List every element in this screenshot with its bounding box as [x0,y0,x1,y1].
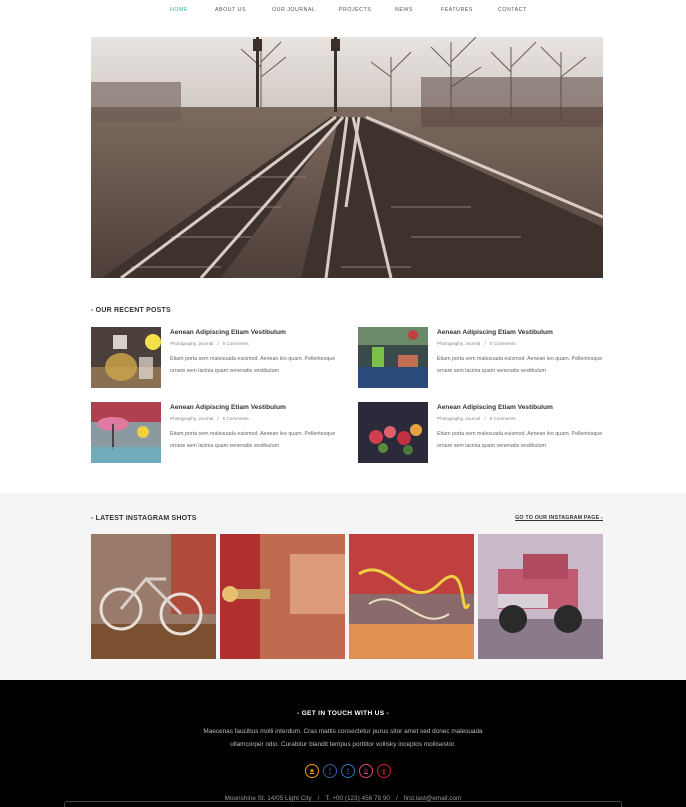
twitter-icon[interactable]: t [341,764,355,778]
instagram-shot-bicycle[interactable] [91,534,216,659]
post-excerpt: Etiam porta sem malesuada euismod. Aenea… [437,356,603,374]
nav-features[interactable]: FEATURES [441,7,473,13]
post-category[interactable]: Photography, Journal [437,416,480,421]
hero-image [91,37,603,278]
post-meta: Photography, Journal/5 Comments [437,416,516,421]
post-card[interactable]: Aenean Adipiscing Etiam Vestibulum Photo… [91,402,336,464]
nav-news[interactable]: NEWS [395,7,413,13]
facebook-icon[interactable]: f [323,764,337,778]
rss-icon[interactable]: ◉ [305,764,319,778]
post-title[interactable]: Aenean Adipiscing Etiam Vestibulum [170,329,286,336]
post-excerpt: Etiam porta sem malesuada euismod. Aenea… [437,431,603,449]
post-card[interactable]: Aenean Adipiscing Etiam Vestibulum Photo… [358,327,603,389]
instagram-shot-door-handle[interactable] [220,534,345,659]
pinterest-icon[interactable]: p [377,764,391,778]
recent-posts-title: - OUR RECENT POSTS [91,307,171,314]
post-thumbnail[interactable] [91,402,161,463]
post-excerpt: Etiam porta sem malesuada euismod. Aenea… [170,356,336,374]
post-title[interactable]: Aenean Adipiscing Etiam Vestibulum [437,404,553,411]
post-title[interactable]: Aenean Adipiscing Etiam Vestibulum [170,404,286,411]
instagram-shot-old-truck[interactable] [478,534,603,659]
nav-contact[interactable]: CONTACT [498,7,527,13]
nav-projects[interactable]: PROJECTS [339,7,371,13]
post-comments[interactable]: 5 Comments [490,341,516,346]
post-meta: Photography, Journal/5 Comments [170,416,249,421]
post-thumbnail[interactable] [358,327,428,388]
post-card[interactable]: Aenean Adipiscing Etiam Vestibulum Photo… [91,327,336,389]
post-category[interactable]: Photography, Journal [170,416,213,421]
post-excerpt: Etiam porta sem malesuada euismod. Aenea… [170,431,336,449]
post-category[interactable]: Photography, Journal [437,341,480,346]
instagram-title: - LATEST INSTAGRAM SHOTS [91,515,197,522]
footer-divider [64,801,622,807]
post-thumbnail[interactable] [358,402,428,463]
dribbble-icon[interactable]: ◎ [359,764,373,778]
footer-title: - GET IN TOUCH WITH US - [296,710,390,717]
post-thumbnail[interactable] [91,327,161,388]
footer-description: Maecenas faucibus molli interdum. Cras m… [203,728,483,748]
post-comments[interactable]: 5 Comments [490,416,516,421]
post-category[interactable]: Photography, Journal [170,341,213,346]
post-meta: Photography, Journal/5 Comments [437,341,516,346]
post-comments[interactable]: 5 Comments [223,416,249,421]
instagram-page-link[interactable]: GO TO OUR INSTAGRAM PAGE - [515,515,603,521]
post-card[interactable]: Aenean Adipiscing Etiam Vestibulum Photo… [358,402,603,464]
post-comments[interactable]: 5 Comments [223,341,249,346]
main-nav: HOME ABOUT US OUR JOURNAL PROJECTS NEWS … [0,0,686,20]
nav-home[interactable]: HOME [170,7,188,13]
post-meta: Photography, Journal/5 Comments [170,341,249,346]
post-title[interactable]: Aenean Adipiscing Etiam Vestibulum [437,329,553,336]
nav-our-journal[interactable]: OUR JOURNAL [272,7,315,13]
nav-about-us[interactable]: ABOUT US [215,7,246,13]
instagram-shot-wires[interactable] [349,534,474,659]
